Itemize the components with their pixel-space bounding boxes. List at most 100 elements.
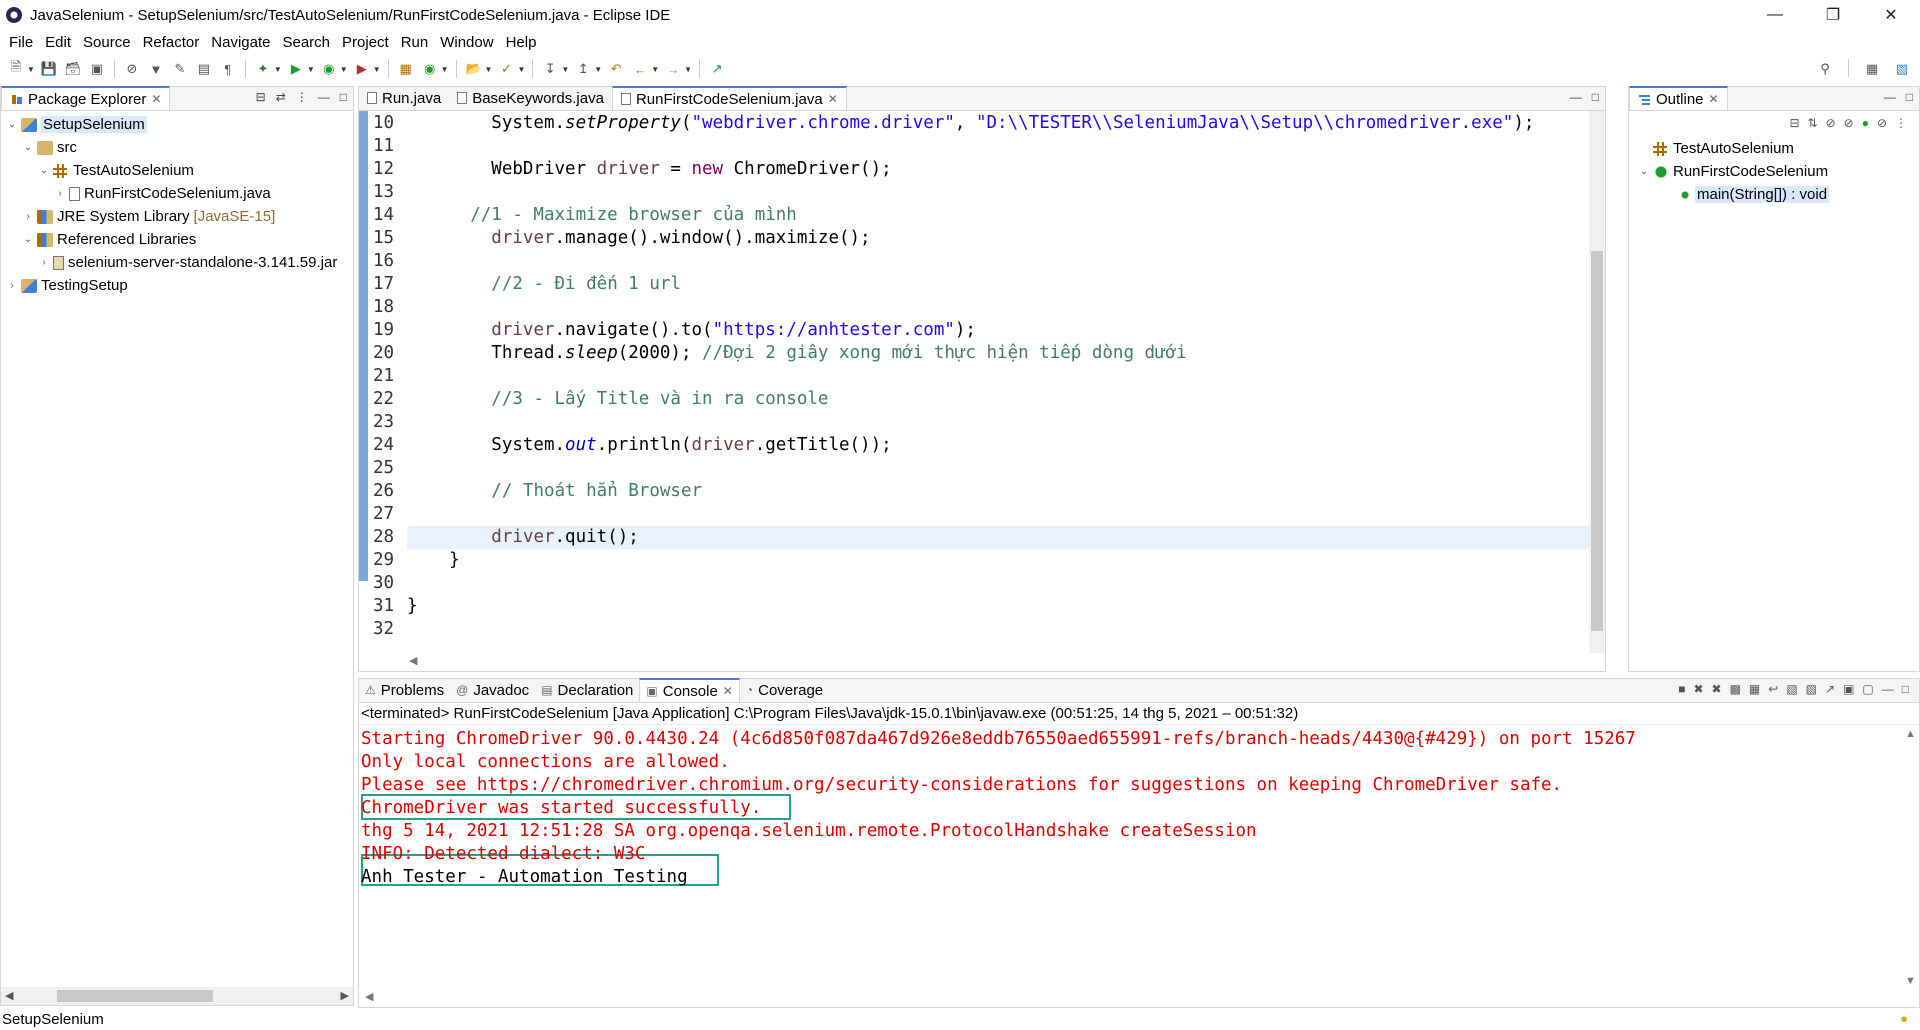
tree-item[interactable]: ⌄ SetupSelenium bbox=[1, 113, 353, 136]
java-perspective-icon[interactable]: ▧ bbox=[1892, 59, 1912, 79]
code-line[interactable]: 17 //2 - Đi đến 1 url bbox=[359, 273, 1605, 296]
tab-console[interactable]: ▣ Console ✕ bbox=[639, 678, 740, 702]
hide-static-icon[interactable]: ⊘ bbox=[1844, 116, 1854, 130]
tree-item[interactable]: ⌄ Referenced Libraries bbox=[1, 228, 353, 251]
clear-console-icon[interactable]: ▩ bbox=[1730, 682, 1741, 696]
close-icon[interactable]: ✕ bbox=[828, 92, 838, 106]
save-icon[interactable]: 💾 bbox=[39, 59, 59, 79]
code-line[interactable]: 26 // Thoát hẳn Browser bbox=[359, 480, 1605, 503]
tab-problems[interactable]: ⚠ Problems bbox=[359, 678, 450, 702]
code-line[interactable]: 30 bbox=[359, 572, 1605, 595]
menu-search[interactable]: Search bbox=[276, 34, 336, 51]
tree-item[interactable]: › TestingSetup bbox=[1, 274, 353, 297]
scrollbar-thumb[interactable] bbox=[57, 990, 213, 1002]
horizontal-scrollbar[interactable]: ◀ bbox=[359, 653, 1589, 671]
new-icon[interactable]: 🗎 bbox=[6, 59, 26, 79]
menu-source[interactable]: Source bbox=[77, 34, 137, 51]
menu-refactor[interactable]: Refactor bbox=[137, 34, 206, 51]
view-menu-icon[interactable]: ⋮ bbox=[1895, 116, 1907, 130]
chevron-down-icon[interactable]: ▼ bbox=[340, 65, 348, 74]
filter-icon[interactable]: ▼ bbox=[146, 59, 166, 79]
pin-console-icon[interactable]: ↗ bbox=[1825, 682, 1835, 696]
debug-icon[interactable]: ✦ bbox=[253, 59, 273, 79]
coverage-icon[interactable]: ◉ bbox=[319, 59, 339, 79]
scroll-up-icon[interactable]: ▲ bbox=[1905, 728, 1916, 740]
tree-item[interactable]: › selenium-server-standalone-3.141.59.jar bbox=[1, 251, 353, 274]
code-line[interactable]: 18 bbox=[359, 296, 1605, 319]
maximize-icon[interactable]: □ bbox=[1592, 90, 1599, 104]
code-line[interactable]: 22 //3 - Lấy Title và in ra console bbox=[359, 388, 1605, 411]
minimize-button[interactable]: — bbox=[1746, 0, 1804, 30]
maximize-icon[interactable]: □ bbox=[340, 90, 347, 104]
display-console-icon[interactable]: ▣ bbox=[1843, 682, 1854, 696]
chevron-down-icon[interactable]: ▼ bbox=[561, 65, 569, 74]
outline-item[interactable]: main(String[]) : void bbox=[1629, 183, 1919, 206]
code-line[interactable]: 13 bbox=[359, 181, 1605, 204]
save-all-icon[interactable]: 🗃 bbox=[63, 59, 83, 79]
vertical-scrollbar[interactable]: ▲ ▼ bbox=[1901, 726, 1919, 989]
tab-editor-file[interactable]: Run.java bbox=[359, 86, 449, 110]
close-icon[interactable]: ✕ bbox=[723, 684, 733, 698]
tab-declaration[interactable]: ▤ Declaration bbox=[535, 678, 639, 702]
scroll-lock-icon[interactable]: ▦ bbox=[1749, 682, 1760, 696]
edit-icon[interactable]: ✎ bbox=[170, 59, 190, 79]
scroll-right-icon[interactable]: ▶ bbox=[341, 989, 349, 1002]
code-line[interactable]: 15 driver.manage().window().maximize(); bbox=[359, 227, 1605, 250]
maximize-icon[interactable]: □ bbox=[1906, 90, 1913, 104]
hide-nonpublic-icon[interactable]: ● bbox=[1862, 116, 1869, 130]
menu-navigate[interactable]: Navigate bbox=[205, 34, 276, 51]
horizontal-scrollbar[interactable]: ◀ bbox=[359, 989, 1901, 1007]
code-line[interactable]: 16 bbox=[359, 250, 1605, 273]
code-line[interactable]: 19 driver.navigate().to("https://anhtest… bbox=[359, 319, 1605, 342]
tab-outline[interactable]: Outline ✕ bbox=[1629, 86, 1728, 110]
scroll-left-icon[interactable]: ◀ bbox=[5, 989, 13, 1002]
code-line[interactable]: 29 } bbox=[359, 549, 1605, 572]
code-line[interactable]: 31} bbox=[359, 595, 1605, 618]
collapse-all-icon[interactable]: ⊟ bbox=[256, 90, 266, 104]
menu-help[interactable]: Help bbox=[500, 34, 543, 51]
menu-edit[interactable]: Edit bbox=[39, 34, 77, 51]
search-icon[interactable]: ⚲ bbox=[1815, 59, 1835, 79]
hide-fields-icon[interactable]: ⊘ bbox=[1826, 116, 1836, 130]
tab-editor-file[interactable]: BaseKeywords.java bbox=[449, 86, 612, 110]
tab-editor-file[interactable]: RunFirstCodeSelenium.java ✕ bbox=[611, 86, 847, 110]
tree-item[interactable]: ⌄ src bbox=[1, 136, 353, 159]
chevron-down-icon[interactable]: ▼ bbox=[373, 65, 381, 74]
last-edit-icon[interactable]: ↶ bbox=[606, 59, 626, 79]
run-icon[interactable]: ▶ bbox=[286, 59, 306, 79]
chevron-down-icon[interactable]: ▼ bbox=[651, 65, 659, 74]
expand-chevron-icon[interactable]: ⌄ bbox=[21, 234, 35, 245]
tab-coverage[interactable]: ◔ Coverage bbox=[740, 678, 829, 702]
show-stdout-icon[interactable]: ▧ bbox=[1786, 682, 1797, 696]
code-line[interactable]: 25 bbox=[359, 457, 1605, 480]
chevron-down-icon[interactable]: ▼ bbox=[485, 65, 493, 74]
pin-editor-icon[interactable]: ↗ bbox=[707, 59, 727, 79]
expand-chevron-icon[interactable]: ⌄ bbox=[5, 119, 19, 130]
scroll-left-icon[interactable]: ◀ bbox=[409, 654, 417, 667]
collapse-chevron-icon[interactable]: › bbox=[21, 211, 35, 222]
expand-chevron-icon[interactable]: ⌄ bbox=[37, 165, 51, 176]
expand-chevron-icon[interactable]: ⌄ bbox=[1637, 166, 1651, 177]
hide-local-types-icon[interactable]: ⊘ bbox=[1877, 116, 1887, 130]
tree-item[interactable]: ⌄ TestAutoSelenium bbox=[1, 159, 353, 182]
view-menu-icon[interactable]: ⋮ bbox=[296, 90, 308, 104]
code-line[interactable]: 20 Thread.sleep(2000); //Đợi 2 giây xong… bbox=[359, 342, 1605, 365]
open-console-icon[interactable]: ▢ bbox=[1862, 682, 1873, 696]
close-icon[interactable]: ✕ bbox=[151, 92, 161, 106]
chevron-down-icon[interactable]: ▼ bbox=[441, 65, 449, 74]
close-button[interactable]: ✕ bbox=[1862, 0, 1920, 30]
restore-button[interactable]: ❐ bbox=[1804, 0, 1862, 30]
horizontal-scrollbar[interactable]: ◀ ▶ bbox=[1, 987, 353, 1005]
code-line[interactable]: 21 bbox=[359, 365, 1605, 388]
tree-item[interactable]: › RunFirstCodeSelenium.java bbox=[1, 182, 353, 205]
vertical-scrollbar[interactable] bbox=[1589, 111, 1605, 653]
format-icon[interactable]: ▤ bbox=[194, 59, 214, 79]
menu-file[interactable]: File bbox=[3, 34, 39, 51]
chevron-down-icon[interactable]: ▼ bbox=[307, 65, 315, 74]
search-tool-icon[interactable]: ✓ bbox=[496, 59, 516, 79]
maximize-icon[interactable]: □ bbox=[1902, 682, 1909, 696]
chevron-down-icon[interactable]: ▼ bbox=[27, 65, 35, 74]
open-perspective-icon[interactable]: ▦ bbox=[1862, 59, 1882, 79]
code-line[interactable]: 27 bbox=[359, 503, 1605, 526]
skip-breakpoints-icon[interactable]: ⊘ bbox=[122, 59, 142, 79]
